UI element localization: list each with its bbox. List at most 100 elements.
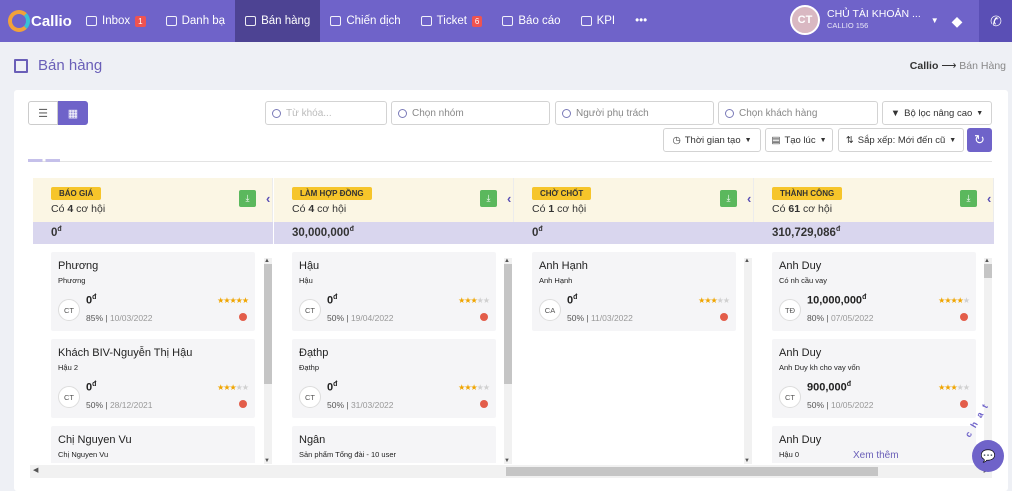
deal-card[interactable]: Hậu Hậu CT 0đ 50% | 19/04/2022 ★★★★★ [292,252,496,331]
nav-item-badge: 1 [135,15,146,27]
deal-value: 0đ [327,381,337,394]
kanban-view-button[interactable]: ▦ [58,101,88,125]
nav-item[interactable]: KPI [571,0,626,42]
breadcrumb: Callio ⟶ Bán Hàng [910,60,1006,72]
callio-logo[interactable]: Callio [0,0,76,42]
created-at-filter[interactable]: ▤ Tạo lúc ▼ [765,128,833,152]
stage-badge: LÀM HỢP ĐỒNG [292,187,372,200]
breadcrumb-arrow-icon: ⟶ [941,60,957,72]
chat-bubble-button[interactable]: ◆ [940,0,974,42]
advanced-filter-button[interactable]: ▼ Bộ lọc nâng cao ▼ [882,101,992,125]
deal-card[interactable]: Anh Duy Anh Duy kh cho vay vốn CT 900,000đ 5… [772,339,976,418]
clock-icon [720,313,728,321]
rating-stars-icon: ★★★★★ [458,383,490,392]
logo-text: Callio [31,12,72,30]
column-vertical-scrollbar[interactable]: ▲▼ [984,258,992,464]
page-title: Bán hàng [14,57,102,74]
chat-widget-button[interactable]: 💬 [972,440,1004,472]
avatar: CT [790,5,820,35]
owner-avatar: CT [299,299,321,321]
scrollbar-thumb[interactable] [984,264,992,278]
deal-card[interactable]: NgânSản phẩm Tổng đài - 10 userCT0đ50%★★… [292,426,496,463]
owner-select[interactable]: Người phụ trách [555,101,714,125]
nav-item[interactable]: Ticket 6 [411,0,493,42]
time-created-filter[interactable]: ◷ Thời gian tạo ▼ [663,128,761,152]
rating-stars-icon: ★★★★★ [698,296,730,305]
deal-subtitle: Hậu [299,276,313,285]
nav-item[interactable]: Inbox 1 [76,0,156,42]
keyword-placeholder: Từ khóa... [286,107,332,119]
nav-item[interactable]: Bán hàng [235,0,321,42]
deal-card[interactable]: Chị Nguyen VuChị Nguyen VuCT0đ50%★★★★★ [51,426,255,463]
list-view-button[interactable]: ☰ [28,101,58,125]
owner-avatar: CT [299,386,321,408]
column-vertical-scrollbar[interactable]: ▲▼ [504,258,512,464]
chevron-down-icon: ▼ [976,109,984,117]
deal-subtitle: Phương [58,276,86,285]
currency-symbol: đ [333,294,338,301]
scrollbar-thumb[interactable] [506,467,878,476]
nav-item-icon [245,16,257,26]
deal-date: 28/12/2021 [109,400,153,410]
currency-symbol: đ [573,294,578,301]
column-vertical-scrollbar[interactable]: ▲▼ [744,258,752,464]
nav-item[interactable]: Báo cáo [492,0,570,42]
deal-card[interactable]: Anh Duy Có nh cầu vay TĐ 10,000,000đ 80% | 0… [772,252,976,331]
currency-symbol: đ [835,226,841,233]
nav-item-label: Ticket [436,15,467,27]
rating-stars-icon: ★★★★★ [217,383,249,392]
deal-title: Anh Hạnh [539,260,588,272]
board-horizontal-scrollbar[interactable]: ◀ ▶ [30,465,992,478]
loading-indicator [28,159,60,162]
deal-probability: 50% [567,313,585,323]
deal-count: Có 61 cơ hội [772,203,832,215]
nav-more-button[interactable]: ••• [625,0,657,42]
nav-item-icon [420,16,432,26]
column-header: CHỜ CHỐT Có 1 cơ hội ⤓ ‹ [514,178,754,222]
scrollbar-thumb[interactable] [504,264,512,384]
count-value: 1 [548,203,555,215]
deal-date: 31/03/2022 [350,400,394,410]
collapse-column-icon[interactable]: ‹ [747,191,751,206]
see-more-link[interactable]: Xem thêm [853,450,899,461]
deal-value: 0đ [86,381,96,394]
deal-subtitle: Hậu 2 [58,363,79,372]
keyword-search-input[interactable]: Từ khóa... [265,101,387,125]
deal-subtitle: Đạthp [299,363,320,372]
breadcrumb-root[interactable]: Callio [910,60,939,72]
scrollbar-thumb[interactable] [264,264,272,384]
deal-value: 0đ [567,294,577,307]
customer-select[interactable]: Chọn khách hàng [718,101,878,125]
deal-subtitle: Hậu 0 [779,450,800,459]
deal-subtitle: Anh Duy kh cho vay vốn [779,363,860,372]
deal-date: 10/03/2022 [109,313,153,323]
phone-button[interactable]: ✆ [979,0,1012,42]
user-menu[interactable]: CT CHỦ TÀI KHOẢN ... CALLIO 156 ▼ [790,5,939,35]
nav-item-badge: 6 [471,15,483,27]
deal-card[interactable]: Anh Hạnh Anh Hạnh CA 0đ 50% | 11/03/2022 ★★★★… [532,252,736,331]
collapse-column-icon[interactable]: ‹ [507,191,511,206]
group-select[interactable]: Chọn nhóm [391,101,550,125]
rating-stars-icon: ★★★★★ [938,296,970,305]
sort-dropdown[interactable]: ⇅ Sắp xếp: Mới đến cũ ▼ [838,128,964,152]
collapse-column-icon[interactable]: ‹ [987,191,991,206]
deal-card[interactable]: Đạthp Đạthp CT 0đ 50% | 31/03/2022 ★★★★★ [292,339,496,418]
deal-card[interactable]: Khách BIV-Nguyễn Thị Hậu Hậu 2 CT 0đ 50% | 2… [51,339,255,418]
refresh-button[interactable]: ↻ [967,128,992,152]
download-button[interactable]: ⤓ [960,190,977,207]
deal-card[interactable]: Phương Phương CT 0đ 85% | 10/03/2022 ★★★★★ [51,252,255,331]
scroll-up-icon: ▲ [744,258,750,264]
column-header: BÁO GIÁ Có 4 cơ hội ⤓ ‹ [33,178,273,222]
nav-item[interactable]: Danh bạ [156,0,235,42]
user-icon [562,108,571,118]
download-button[interactable]: ⤓ [239,190,256,207]
count-value: 61 [788,203,801,215]
stage-badge: BÁO GIÁ [51,187,102,200]
count-suffix: cơ hội [802,203,833,215]
deal-probability: 50% [86,400,104,410]
nav-item[interactable]: Chiến dịch [320,0,410,42]
collapse-column-icon[interactable]: ‹ [266,191,270,206]
download-button[interactable]: ⤓ [480,190,497,207]
download-button[interactable]: ⤓ [720,190,737,207]
column-vertical-scrollbar[interactable]: ▲▼ [264,258,272,464]
